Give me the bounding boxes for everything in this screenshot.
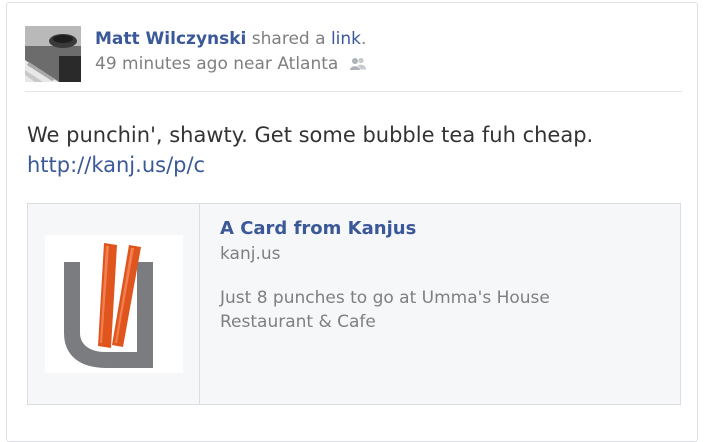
author-avatar[interactable]	[25, 26, 81, 82]
post-message: We punchin', shawty. Get some bubble tea…	[27, 120, 593, 180]
header-divider	[25, 91, 682, 92]
action-period: .	[361, 29, 367, 49]
attachment-description: Just 8 punches to go at Umma's House Res…	[220, 286, 660, 334]
shared-link-link[interactable]: link	[331, 29, 361, 49]
attachment-thumbnail-area	[28, 204, 200, 404]
kanjus-logo-icon	[45, 235, 183, 373]
author-name-link[interactable]: Matt Wilczynski	[95, 29, 246, 49]
link-attachment[interactable]: A Card from Kanjus kanj.us Just 8 punche…	[27, 203, 681, 405]
attachment-description-line: Restaurant & Cafe	[220, 312, 376, 332]
friends-icon[interactable]	[349, 56, 366, 76]
attachment-domain: kanj.us	[220, 244, 281, 264]
avatar-image	[25, 26, 81, 82]
story-header: Matt Wilczynski shared a link.	[95, 29, 366, 49]
story-meta: 49 minutes ago near Atlanta	[95, 54, 366, 76]
timestamp-link[interactable]: 49 minutes ago	[95, 54, 228, 74]
message-url-link[interactable]: http://kanj.us/p/c	[27, 150, 593, 180]
attachment-details: A Card from Kanjus kanj.us Just 8 punche…	[220, 216, 660, 334]
action-text: shared a	[251, 29, 326, 49]
attachment-title-link[interactable]: A Card from Kanjus	[220, 216, 660, 242]
location-text: near Atlanta	[233, 54, 339, 74]
message-text: We punchin', shawty. Get some bubble tea…	[27, 123, 594, 147]
attachment-description-line: Just 8 punches to go at Umma's House	[220, 288, 550, 308]
feed-story: Matt Wilczynski shared a link. 49 minute…	[6, 2, 698, 442]
attachment-thumbnail[interactable]	[45, 235, 183, 373]
